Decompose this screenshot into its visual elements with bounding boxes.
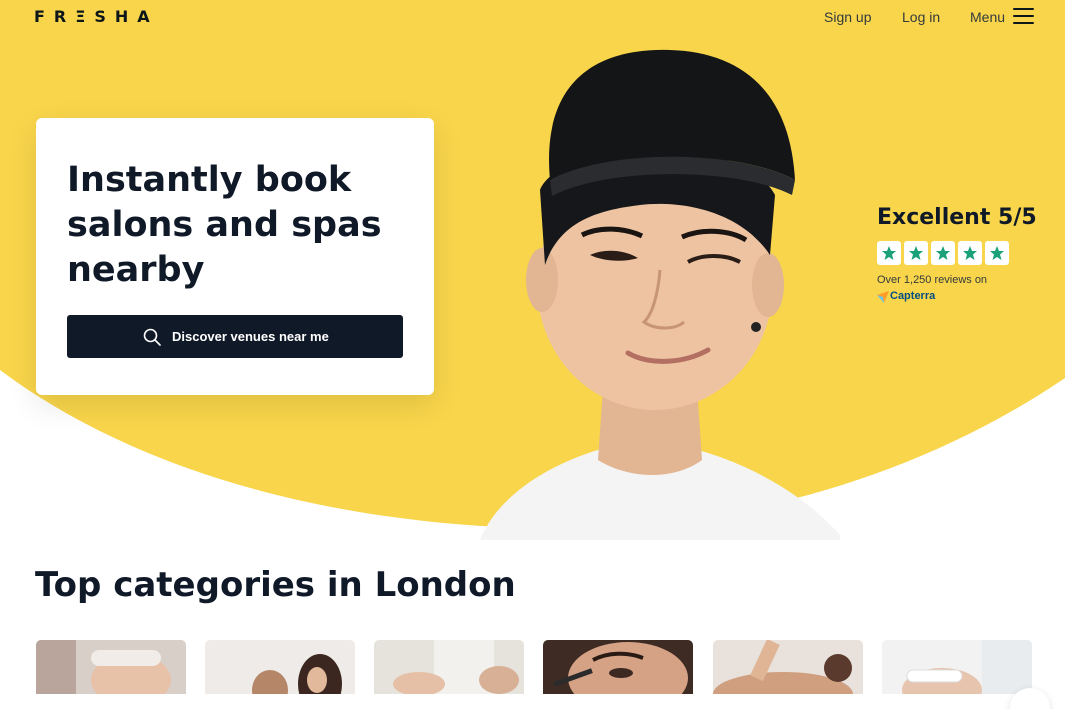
category-tile-nails[interactable]: [374, 640, 524, 694]
category-tile-massage[interactable]: [713, 640, 863, 694]
category-tile-hair[interactable]: [205, 640, 355, 694]
rating-block: Excellent 5/5 Over 1,250 reviews on Capt…: [877, 205, 1047, 315]
sign-up-link[interactable]: Sign up: [824, 9, 871, 25]
hero-person-image: [480, 49, 840, 540]
rating-title: Excellent 5/5: [877, 205, 1037, 230]
hero-card: Instantly book salons and spas nearby Di…: [36, 118, 434, 395]
hamburger-icon[interactable]: [1013, 7, 1034, 25]
menu-link[interactable]: Menu: [970, 9, 1005, 25]
category-tile-facial[interactable]: [36, 640, 186, 694]
categories-title: Top categories in London: [35, 565, 516, 605]
star-icon: [931, 241, 955, 265]
hero-title: Instantly book salons and spas nearby: [67, 160, 382, 290]
star-icon: [877, 241, 901, 265]
star-icon: [958, 241, 982, 265]
top-navigation: FRΞSHA Sign up Log in Menu: [0, 0, 1065, 34]
star-icon: [904, 241, 928, 265]
star-icon: [985, 241, 1009, 265]
discover-button-label: Discover venues near me: [172, 329, 329, 344]
reviews-count-text: Over 1,250 reviews on: [877, 274, 988, 286]
search-icon: [143, 328, 161, 346]
capterra-label: Capterra: [890, 290, 936, 302]
category-tile-skincare[interactable]: [882, 640, 1032, 694]
discover-venues-button[interactable]: Discover venues near me: [67, 315, 403, 358]
log-in-link[interactable]: Log in: [902, 9, 940, 25]
category-tile-brows[interactable]: [543, 640, 693, 694]
capterra-icon: [877, 291, 889, 303]
fresha-logo[interactable]: FRΞSHA: [34, 7, 159, 26]
